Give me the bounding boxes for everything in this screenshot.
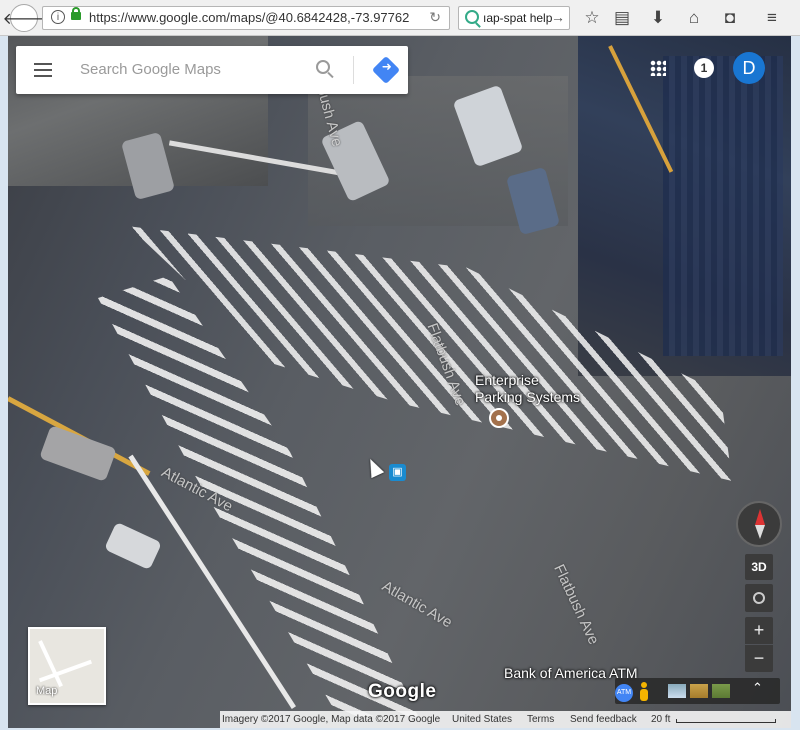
address-bar[interactable]: i https://www.google.com/maps/@40.684242… [42,6,450,30]
car [104,521,162,571]
poi-name-line1: Enterprise [475,372,539,388]
search-go-icon[interactable]: → [551,9,565,25]
bus-stop-icon[interactable]: ▣ [389,464,406,481]
pocket-icon[interactable]: ◘ [720,8,740,28]
divider [353,56,354,84]
3d-toggle-button[interactable]: 3D [745,554,773,580]
back-button[interactable]: 🡐 [3,4,45,32]
pegman-icon[interactable] [639,682,649,702]
lock-icon [71,7,81,20]
browser-search-text[interactable]: ıap-spat help [483,11,552,25]
home-icon[interactable]: ⌂ [684,8,704,28]
building-facade [663,56,783,356]
compass-icon[interactable] [736,501,782,547]
zoom-out-button[interactable]: − [745,645,773,672]
browser-search-box[interactable]: ıap-spat help → [458,6,570,30]
search-engine-icon [465,10,479,24]
reload-icon[interactable]: ↻ [429,9,441,26]
imagery-thumbnail[interactable] [668,684,686,698]
poi-label[interactable]: Enterprise Parking Systems [475,372,580,406]
url-text[interactable]: https://www.google.com/maps/@40.6842428,… [89,10,419,25]
country-link[interactable]: United States [452,714,512,725]
poi-name-line2: Parking Systems [475,389,581,405]
apps-grid-icon[interactable] [650,60,666,76]
send-feedback-link[interactable]: Send feedback [570,714,637,725]
terms-link[interactable]: Terms [527,714,554,725]
bookmark-star-icon[interactable]: ☆ [582,8,602,28]
scale-bar[interactable] [676,719,776,723]
map-type-label: Map [36,685,58,697]
parking-pin-icon[interactable] [489,408,509,428]
chevron-up-icon[interactable]: ⌃ [752,680,763,696]
hamburger-menu-icon[interactable] [34,63,52,77]
browser-toolbar: 🡐 i https://www.google.com/maps/@40.6842… [0,0,800,36]
maps-search-box[interactable]: Search Google Maps [16,46,408,94]
google-logo: Google [368,681,437,702]
directions-icon[interactable] [371,55,401,85]
street-label: Atlantic Ave [378,577,456,632]
download-icon[interactable]: ⬇ [648,8,668,28]
street-label: Flatbush Ave [550,561,603,648]
imagery-credit: Imagery ©2017 Google, Map data ©2017 Goo… [222,714,441,725]
menu-icon[interactable]: ≡ [762,8,782,28]
scale-label[interactable]: 20 ft [651,714,670,725]
avatar[interactable]: D [733,52,765,84]
atm-icon[interactable]: ATM [615,684,633,702]
reading-list-icon[interactable]: ▤ [612,8,632,28]
search-input[interactable]: Search Google Maps [80,61,221,78]
map-type-switch[interactable]: Map [28,627,106,705]
imagery-thumbnail[interactable] [690,684,708,698]
zoom-in-button[interactable]: + [745,617,773,644]
back-arrow-icon: 🡐 [2,10,46,28]
notification-badge[interactable]: 1 [694,58,714,78]
my-location-icon[interactable] [745,584,773,612]
map-canvas[interactable]: Flatbush Ave Flatbush Ave Atlantic Ave A… [8,36,791,728]
map-footer: Imagery ©2017 Google, Map data ©2017 Goo… [220,711,791,728]
mouse-cursor-icon [363,455,385,479]
info-icon[interactable]: i [51,10,65,24]
search-icon[interactable] [316,60,330,74]
imagery-thumbnail[interactable] [712,684,730,698]
